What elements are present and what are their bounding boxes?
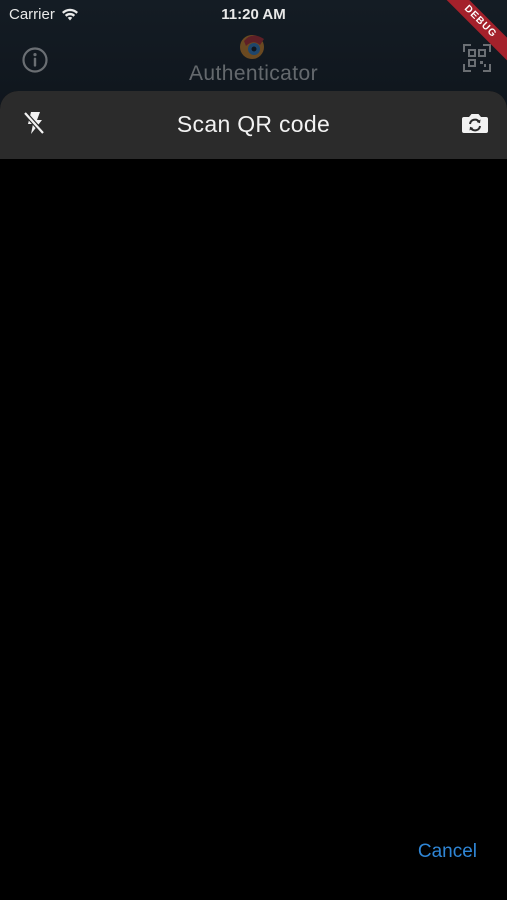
qr-scanner-sheet: Scan QR code Cancel (0, 91, 507, 900)
screen: Carrier 11:20 AM Authenticator DEBUG Sca… (0, 0, 507, 900)
scanner-title: Scan QR code (176, 111, 331, 137)
cancel-button[interactable]: Cancel (418, 841, 477, 863)
app-logo-icon (238, 31, 270, 61)
camera-preview (0, 159, 507, 900)
switch-camera-button[interactable] (459, 109, 491, 141)
switch-camera-icon (461, 111, 489, 140)
qr-code-icon[interactable] (463, 44, 491, 72)
status-time: 11:20 AM (221, 6, 286, 23)
app-title: Authenticator (189, 62, 318, 85)
app-header: Authenticator (0, 28, 507, 90)
scanner-header: Scan QR code (0, 91, 507, 159)
status-bar: Carrier 11:20 AM (0, 0, 507, 28)
